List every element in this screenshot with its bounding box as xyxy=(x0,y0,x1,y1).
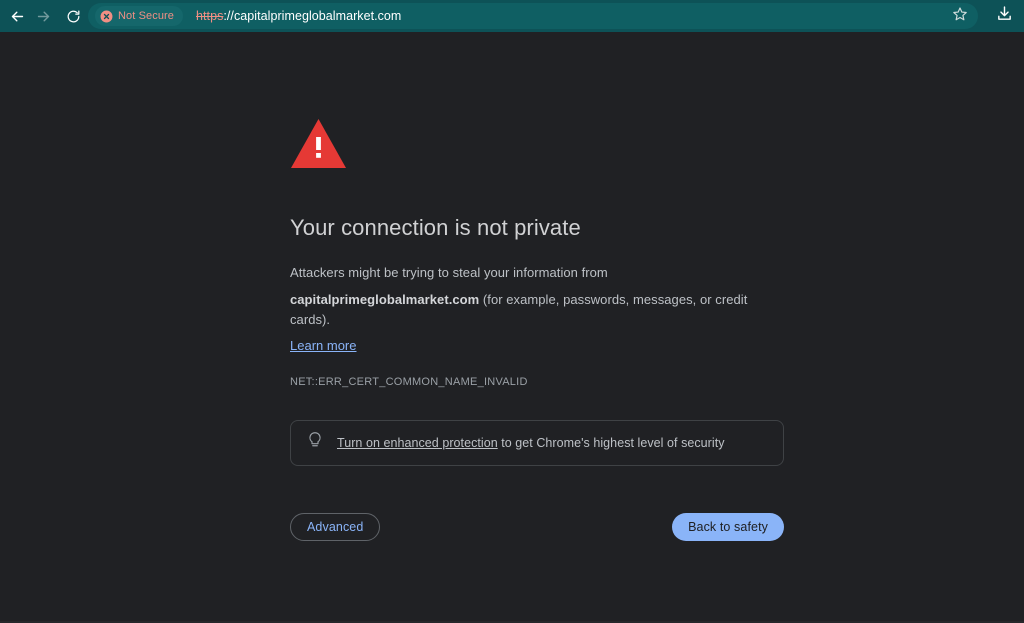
advanced-button[interactable]: Advanced xyxy=(290,513,381,542)
downloads-button[interactable] xyxy=(992,4,1016,28)
url-scheme: https xyxy=(196,9,224,23)
url-host-path: ://capitalprimeglobalmarket.com xyxy=(223,9,402,23)
warning-description-line2: capitalprimeglobalmarket.com (for exampl… xyxy=(290,290,784,330)
url-text[interactable]: https://capitalprimeglobalmarket.com xyxy=(196,9,948,23)
address-bar[interactable]: Not Secure https://capitalprimeglobalmar… xyxy=(88,3,978,29)
download-icon xyxy=(996,5,1013,27)
reload-icon xyxy=(66,9,81,24)
ssl-interstitial: Your connection is not private Attackers… xyxy=(290,118,784,542)
back-button[interactable] xyxy=(4,3,30,29)
error-code: NET::ERR_CERT_COMMON_NAME_INVALID xyxy=(290,376,528,389)
lightbulb-icon xyxy=(307,431,323,455)
arrow-right-icon xyxy=(35,8,52,25)
arrow-left-icon xyxy=(9,8,26,25)
back-to-safety-button[interactable]: Back to safety xyxy=(672,513,784,542)
turn-on-enhanced-protection-link[interactable]: Turn on enhanced protection xyxy=(337,436,498,450)
star-icon xyxy=(952,6,968,27)
enhanced-protection-suffix: to get Chrome's highest level of securit… xyxy=(497,436,725,451)
page-content: Your connection is not private Attackers… xyxy=(0,32,1024,623)
security-status-chip[interactable]: Not Secure xyxy=(95,6,184,26)
warning-triangle-icon xyxy=(290,118,784,174)
enhanced-protection-text: Turn on enhanced protection to get Chrom… xyxy=(337,436,725,450)
affected-host: capitalprimeglobalmarket.com xyxy=(290,292,480,308)
bookmark-button[interactable] xyxy=(948,4,972,28)
page-title: Your connection is not private xyxy=(290,215,581,240)
warning-description-line1: Attackers might be trying to steal your … xyxy=(290,265,608,281)
browser-toolbar: Not Secure https://capitalprimeglobalmar… xyxy=(0,0,1024,32)
interstitial-actions: Advanced Back to safety xyxy=(290,513,784,542)
forward-button[interactable] xyxy=(30,3,56,29)
not-secure-circle-x-icon xyxy=(100,10,113,23)
reload-button[interactable] xyxy=(60,3,86,29)
learn-more-link[interactable]: Learn more xyxy=(290,338,356,353)
security-status-label: Not Secure xyxy=(118,10,175,22)
enhanced-protection-callout[interactable]: Turn on enhanced protection to get Chrom… xyxy=(290,420,784,467)
